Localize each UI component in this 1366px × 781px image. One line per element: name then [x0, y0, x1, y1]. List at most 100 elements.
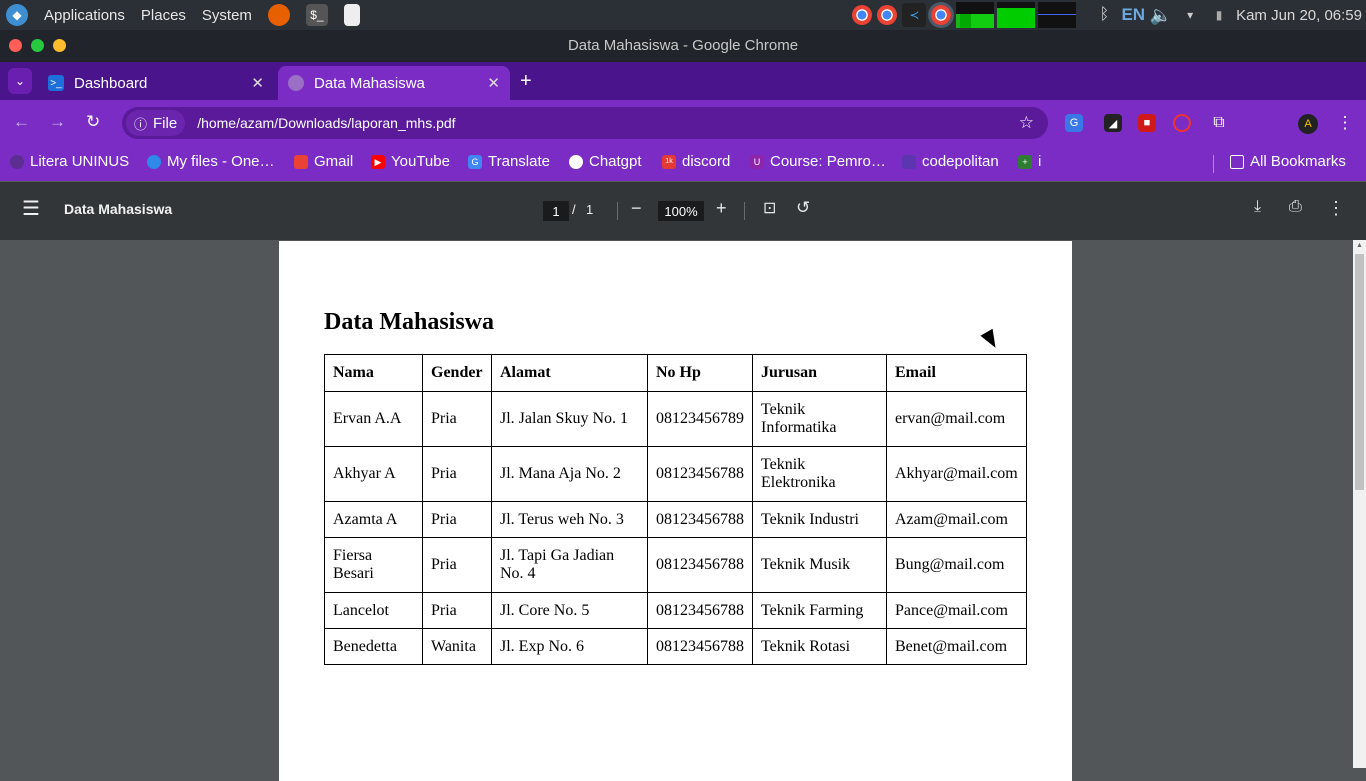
- table-header-row: Nama Gender Alamat No Hp Jurusan Email: [324, 354, 1027, 392]
- table-cell: Lancelot: [324, 592, 423, 629]
- terminal-icon[interactable]: $_: [305, 4, 328, 26]
- puzzle-extensions-icon[interactable]: ⧉: [1210, 114, 1228, 132]
- bookmark-codepolitan[interactable]: codepolitan: [902, 153, 999, 170]
- table-cell: 08123456788: [647, 592, 753, 629]
- bookmark-star-icon[interactable]: ☆: [1019, 113, 1034, 133]
- clock[interactable]: Kam Jun 20, 06:59: [1236, 7, 1362, 24]
- memory-graph-icon: [997, 2, 1036, 28]
- more-actions-icon[interactable]: ⋮: [1327, 198, 1345, 219]
- table-row: Akhyar A Pria Jl. Mana Aja No. 2 0812345678…: [324, 446, 1027, 502]
- bookmark-label: Translate: [488, 153, 550, 170]
- onedrive-icon: [147, 154, 161, 169]
- bookmark-gmail[interactable]: Gmail: [294, 153, 353, 170]
- chrome-menu-icon[interactable]: ⋮: [1336, 113, 1354, 132]
- window-title: Data Mahasiswa - Google Chrome: [567, 37, 799, 54]
- all-bookmarks-button[interactable]: All Bookmarks: [1230, 153, 1346, 170]
- discord-icon: 1k: [662, 154, 676, 169]
- zoom-out-icon[interactable]: −: [631, 198, 642, 219]
- minimize-window-button[interactable]: [53, 39, 66, 52]
- globe-icon: [288, 75, 304, 91]
- table-cell: Azamta A: [324, 501, 423, 538]
- block-extension-icon[interactable]: [1173, 114, 1191, 132]
- wifi-icon[interactable]: ▾: [1178, 3, 1202, 27]
- forward-button[interactable]: →: [49, 112, 66, 132]
- hamburger-menu-icon[interactable]: ☰: [22, 196, 40, 221]
- fit-page-icon[interactable]: ⊡: [763, 198, 776, 218]
- column-header: Alamat: [491, 354, 648, 392]
- chrome-window-icon[interactable]: [852, 5, 873, 25]
- table-cell: Benet@mail.com: [886, 628, 1027, 665]
- extension-icon[interactable]: ◢: [1104, 114, 1122, 132]
- bookmark-chatgpt[interactable]: Chatgpt: [569, 153, 642, 170]
- page-number-input[interactable]: 1: [543, 201, 569, 221]
- close-tab-icon[interactable]: ✕: [251, 74, 264, 92]
- chrome-window-icon[interactable]: [877, 5, 898, 25]
- tab-search-button[interactable]: ⌄: [8, 68, 32, 94]
- print-icon[interactable]: ⎙: [1289, 198, 1302, 216]
- profile-avatar[interactable]: A: [1298, 114, 1318, 134]
- table-cell: Jl. Jalan Skuy No. 1: [491, 391, 648, 447]
- address-bar[interactable]: ⓘ File /home/azam/Downloads/laporan_mhs.p…: [122, 107, 1048, 139]
- table-cell: Fiersa Besari: [324, 537, 423, 593]
- pdf-viewer[interactable]: Data Mahasiswa Nama Gender Alamat No Hp …: [0, 240, 1366, 781]
- gmail-icon: [294, 154, 308, 169]
- bookmark-label: All Bookmarks: [1250, 153, 1346, 170]
- translate-extension-icon[interactable]: G: [1065, 114, 1083, 132]
- page-separator: /: [572, 202, 576, 217]
- bluetooth-icon[interactable]: ᛒ: [1092, 3, 1116, 27]
- tab-dashboard[interactable]: >_ Dashboard ✕: [38, 66, 274, 100]
- back-button[interactable]: ←: [13, 112, 30, 132]
- bookmarks-divider: [1213, 155, 1214, 173]
- menu-applications[interactable]: Applications: [44, 7, 125, 24]
- bookmark-i[interactable]: + i: [1018, 153, 1041, 170]
- tab-data-mahasiswa[interactable]: Data Mahasiswa ✕: [278, 66, 510, 100]
- bookmark-course[interactable]: U Course: Pemro…: [750, 153, 886, 170]
- reload-button[interactable]: ↻: [86, 112, 100, 132]
- menu-places[interactable]: Places: [141, 7, 186, 24]
- scroll-up-icon[interactable]: ▲: [1356, 242, 1363, 249]
- codepolitan-icon: [902, 154, 916, 169]
- bookmark-discord[interactable]: 1k discord: [662, 153, 730, 170]
- text-editor-icon[interactable]: [343, 4, 360, 26]
- bookmark-label: Gmail: [314, 153, 354, 170]
- table-cell: Jl. Tapi Ga Jadian No. 4: [491, 537, 648, 593]
- table-cell: Jl. Mana Aja No. 2: [491, 446, 648, 502]
- zoom-in-icon[interactable]: +: [716, 198, 727, 219]
- bookmark-my-files[interactable]: My files - One…: [147, 153, 275, 170]
- keyboard-layout[interactable]: EN: [1121, 5, 1145, 25]
- network-graph-icon: [1038, 2, 1077, 28]
- bookmark-litera-uninus[interactable]: Litera UNINUS: [10, 153, 129, 170]
- adblock-extension-icon[interactable]: ■: [1138, 114, 1156, 132]
- table-cell: ervan@mail.com: [886, 391, 1027, 447]
- bookmark-youtube[interactable]: ▶ YouTube: [371, 153, 450, 170]
- vscode-icon[interactable]: ≺: [902, 3, 927, 27]
- close-window-button[interactable]: [9, 39, 22, 52]
- table-cell: Akhyar@mail.com: [886, 446, 1027, 502]
- zoom-input[interactable]: 100%: [658, 201, 704, 221]
- table-cell: Teknik Rotasi: [752, 628, 887, 665]
- vertical-scrollbar[interactable]: ▲: [1353, 240, 1366, 768]
- bookmark-translate[interactable]: G Translate: [468, 153, 550, 170]
- site-info-chip[interactable]: ⓘ File: [126, 110, 186, 136]
- rotate-icon[interactable]: ↺: [796, 198, 810, 218]
- menu-system[interactable]: System: [202, 7, 252, 24]
- tab-label: Data Mahasiswa: [314, 74, 425, 92]
- chrome-window-icon[interactable]: [931, 5, 952, 25]
- app-menu-icon[interactable]: ◆: [6, 4, 28, 26]
- toolbar-divider: [617, 202, 618, 220]
- new-tab-button[interactable]: +: [520, 70, 532, 93]
- download-icon[interactable]: ⤓: [1254, 198, 1261, 216]
- scrollbar-thumb[interactable]: [1355, 254, 1364, 490]
- table-cell: Teknik Elektronika: [752, 446, 887, 502]
- bookmark-label: Course: Pemro…: [770, 153, 886, 170]
- table-cell: 08123456789: [647, 391, 753, 447]
- firefox-icon[interactable]: [267, 4, 290, 26]
- table-row: Lancelot Pria Jl. Core No. 5 08123456788 Tek…: [324, 592, 1027, 629]
- os-top-panel: ◆ Applications Places System $_ ≺ ᛒ EN 🔈…: [0, 0, 1366, 30]
- browser-toolbar: ← → ↻ ⓘ File /home/azam/Downloads/laporan…: [0, 100, 1366, 146]
- maximize-window-button[interactable]: [31, 39, 44, 52]
- close-tab-icon[interactable]: ✕: [487, 74, 500, 92]
- student-table: Nama Gender Alamat No Hp Jurusan Email E…: [324, 354, 1027, 665]
- battery-icon[interactable]: ▮: [1207, 3, 1231, 27]
- volume-icon[interactable]: 🔈: [1149, 3, 1173, 27]
